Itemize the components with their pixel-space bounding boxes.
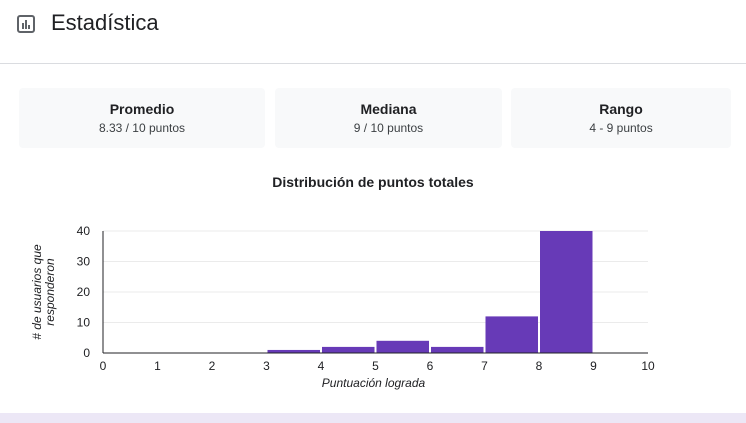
x-axis-label: Puntuación lograda xyxy=(322,376,426,390)
stat-value: 8.33 / 10 puntos xyxy=(98,121,186,135)
points-distribution-chart: 0 10 20 30 40 0 1 2 3 4 5 6 7 8 9 10 Puntuación lograda #… xyxy=(30,224,655,390)
y-tick-label: 30 xyxy=(77,255,91,269)
bar-9 xyxy=(540,231,593,353)
x-tick-label: 0 xyxy=(100,359,107,373)
x-tick-label: 2 xyxy=(209,359,216,373)
stat-card-rango: Rango 4 - 9 puntos xyxy=(511,88,731,148)
x-tick-label: 5 xyxy=(372,359,379,373)
stat-card-promedio: Promedio 8.33 / 10 puntos xyxy=(19,88,265,148)
bar-5 xyxy=(322,346,375,353)
y-axis-label: responderon xyxy=(43,258,57,326)
stat-label: Mediana xyxy=(360,101,417,117)
x-tick-label: 8 xyxy=(536,359,543,373)
x-tick-label: 3 xyxy=(263,359,270,373)
bar-8 xyxy=(485,316,538,353)
stat-label: Promedio xyxy=(109,101,175,117)
y-axis-label: # de usuarios que xyxy=(30,244,44,340)
y-tick-label: 20 xyxy=(77,285,91,299)
stat-value: 9 / 10 puntos xyxy=(353,121,424,135)
bar-6 xyxy=(376,340,429,353)
y-tick-label: 0 xyxy=(83,346,90,360)
stat-value: 4 - 9 puntos xyxy=(589,121,653,135)
x-tick-label: 10 xyxy=(641,359,655,373)
page-title: Estadística xyxy=(51,10,159,35)
y-tick-label: 10 xyxy=(77,316,91,330)
bottom-bar xyxy=(0,413,746,423)
bar-7 xyxy=(431,346,484,353)
bar-chart-icon xyxy=(17,15,35,33)
y-tick-label: 40 xyxy=(77,224,91,238)
header: Estadística xyxy=(0,0,746,64)
x-tick-label: 9 xyxy=(590,359,597,373)
x-tick-label: 1 xyxy=(154,359,161,373)
stat-card-mediana: Mediana 9 / 10 puntos xyxy=(275,88,502,148)
x-tick-label: 4 xyxy=(318,359,325,373)
x-tick-label: 7 xyxy=(481,359,488,373)
x-tick-label: 6 xyxy=(427,359,434,373)
stat-label: Rango xyxy=(599,101,643,117)
chart-title: Distribución de puntos totales xyxy=(272,174,474,190)
